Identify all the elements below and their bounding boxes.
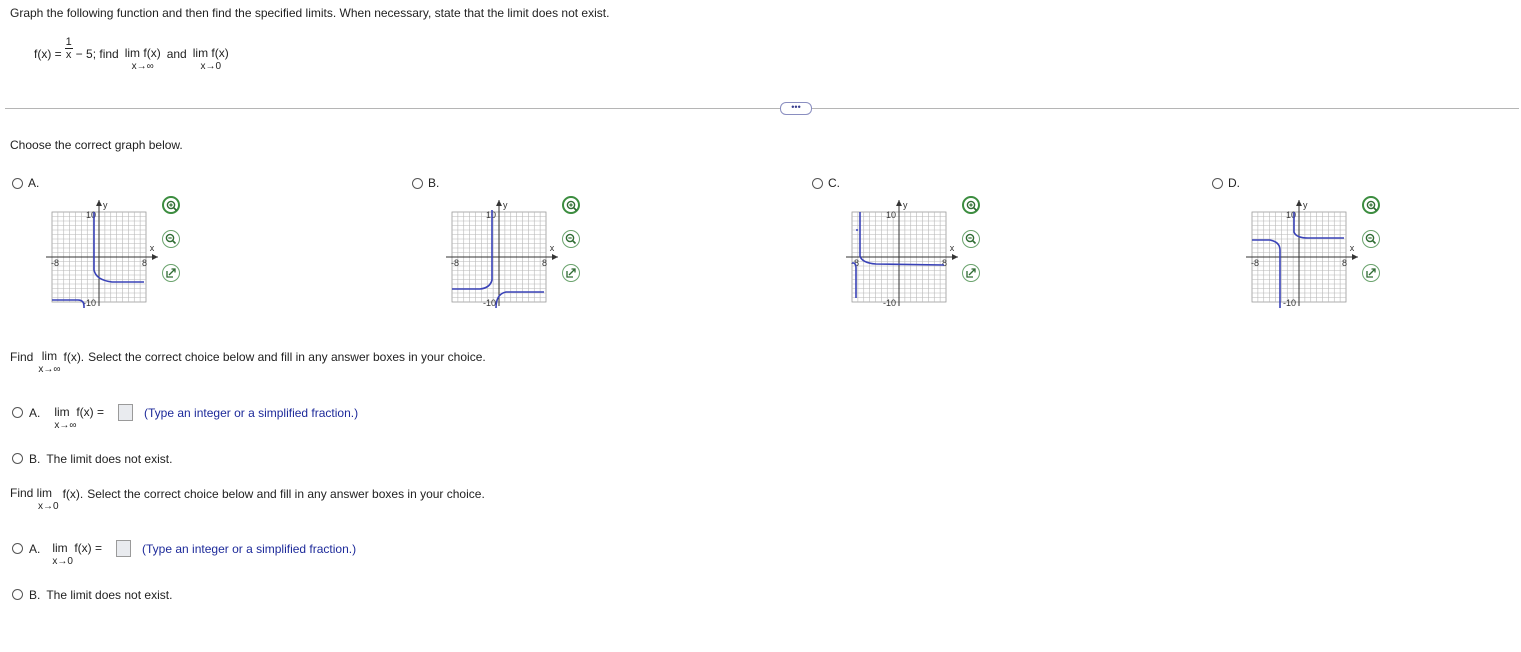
fraction: 1 x (64, 36, 73, 61)
y-tick-top-label: 10 (886, 210, 896, 220)
limit-zero-notation: Find lim x→0 (10, 486, 59, 513)
limit-sub-zero: x→0 (200, 61, 222, 72)
graph-thumbnail[interactable]: 10 -10 -8 8x y (438, 194, 574, 332)
limit-inf-answer-box[interactable] (118, 404, 134, 421)
y-axis-label: y (903, 200, 908, 210)
graph-option-label: D. (1228, 176, 1240, 190)
limit-zero-option-b[interactable]: B. The limit does not exist. (12, 588, 172, 602)
fx-suffix: − 5; find (75, 47, 119, 61)
y-tick-bottom-label: -10 (1283, 298, 1296, 308)
fraction-denominator: x (65, 49, 72, 61)
x-axis-label: x (550, 243, 555, 253)
limit-sub-inf: x→∞ (131, 61, 154, 72)
x-tick-left-label: -8 (451, 258, 459, 268)
y-tick-bottom-label: -10 (883, 298, 896, 308)
y-axis-label: y (103, 200, 108, 210)
y-arrow-icon (1296, 200, 1302, 206)
y-tick-top-label: 10 (486, 210, 496, 220)
x-arrow-icon (552, 254, 558, 260)
limit-inf-expr: lim f(x) x→∞ (124, 46, 161, 73)
limit-zero-answer-box[interactable] (116, 540, 132, 557)
limit-zero-expr: lim f(x) x→0 (192, 46, 229, 73)
popout-icon[interactable] (162, 264, 180, 282)
graph-radio-a[interactable] (12, 177, 23, 189)
popout-icon[interactable] (562, 264, 580, 282)
x-arrow-icon (952, 254, 958, 260)
x-axis-label: x (950, 243, 955, 253)
limit-inf-radio-b[interactable] (12, 453, 23, 464)
graph-thumbnail[interactable]: 10-10-8 8xy (838, 194, 974, 332)
zoom-in-icon[interactable] (162, 196, 180, 214)
x-axis-label: x (150, 243, 155, 253)
graph-question-prompt: Choose the correct graph below. (10, 138, 183, 152)
x-tick-right-label: 8 (142, 258, 147, 268)
graph-option-label: C. (828, 176, 840, 190)
x-tick-left-label: -8 (1251, 258, 1259, 268)
x-arrow-icon (1352, 254, 1358, 260)
x-tick-left-label: -8 (51, 258, 59, 268)
zoom-in-icon[interactable] (1362, 196, 1380, 214)
expand-dots-button[interactable]: ••• (780, 102, 812, 115)
limit-inf-question: Find lim x→∞ f(x). Select the correct ch… (10, 349, 486, 376)
y-arrow-icon (96, 200, 102, 206)
x-arrow-icon (152, 254, 158, 260)
x-tick-right-label: 8 (542, 258, 547, 268)
limit-zero-radio-a[interactable] (12, 543, 23, 554)
function-definition: f(x) = 1 x − 5; find lim f(x) x→∞ and li… (34, 37, 232, 73)
zoom-out-icon[interactable] (562, 230, 580, 248)
limit-zero-option-a[interactable]: A. lim f(x) = x→0 (Type an integer or a … (12, 540, 357, 568)
popout-icon[interactable] (1362, 264, 1380, 282)
fraction-numerator: 1 (65, 36, 72, 48)
graph-radio-c[interactable] (812, 177, 823, 189)
graph-option-header[interactable]: D. (1212, 176, 1240, 190)
x-tick-right-label: 8 (942, 258, 947, 268)
section-divider (5, 108, 1519, 109)
graph-thumbnail[interactable]: 10-10-8 8xy (1238, 194, 1374, 332)
graph-option-header[interactable]: A. (12, 176, 39, 190)
graph-radio-b[interactable] (412, 177, 423, 189)
zoom-out-icon[interactable] (1362, 230, 1380, 248)
zoom-in-icon[interactable] (562, 196, 580, 214)
limit-inf-notation: lim x→∞ (38, 349, 61, 376)
and-word: and (166, 47, 187, 61)
y-arrow-icon (896, 200, 902, 206)
limit-inf-radio-a[interactable] (12, 407, 23, 418)
limit-zero-radio-b[interactable] (12, 589, 23, 600)
y-tick-bottom-label: -10 (483, 298, 496, 308)
graph-radio-d[interactable] (1212, 177, 1223, 189)
y-axis-label: y (503, 200, 508, 210)
zoom-out-icon[interactable] (162, 230, 180, 248)
x-tick-right-label: 8 (1342, 258, 1347, 268)
zoom-in-icon[interactable] (962, 196, 980, 214)
graph-option-label: B. (428, 176, 440, 190)
y-tick-bottom-label: -10 (83, 298, 96, 308)
x-axis-label: x (1350, 243, 1355, 253)
y-axis-label: y (1303, 200, 1308, 210)
limit-zero-question: Find lim x→0 f(x). Select the correct ch… (10, 486, 485, 513)
graph-thumbnail[interactable]: 10-10-8 8xy (38, 194, 174, 332)
limit-inf-option-a[interactable]: A. lim f(x) = x→∞ (Type an integer or a … (12, 404, 359, 432)
graph-option-header[interactable]: C. (812, 176, 840, 190)
y-arrow-icon (496, 200, 502, 206)
limit-zero-hint: (Type an integer or a simplified fractio… (142, 542, 357, 556)
zoom-out-icon[interactable] (962, 230, 980, 248)
limit-inf-option-b[interactable]: B. The limit does not exist. (12, 452, 172, 466)
popout-icon[interactable] (962, 264, 980, 282)
limit-inf-hint: (Type an integer or a simplified fractio… (144, 406, 359, 420)
problem-instruction: Graph the following function and then fi… (10, 6, 610, 20)
fx-prefix: f(x) = (34, 47, 62, 61)
graph-option-header[interactable]: B. (412, 176, 439, 190)
graph-option-label: A. (28, 176, 40, 190)
